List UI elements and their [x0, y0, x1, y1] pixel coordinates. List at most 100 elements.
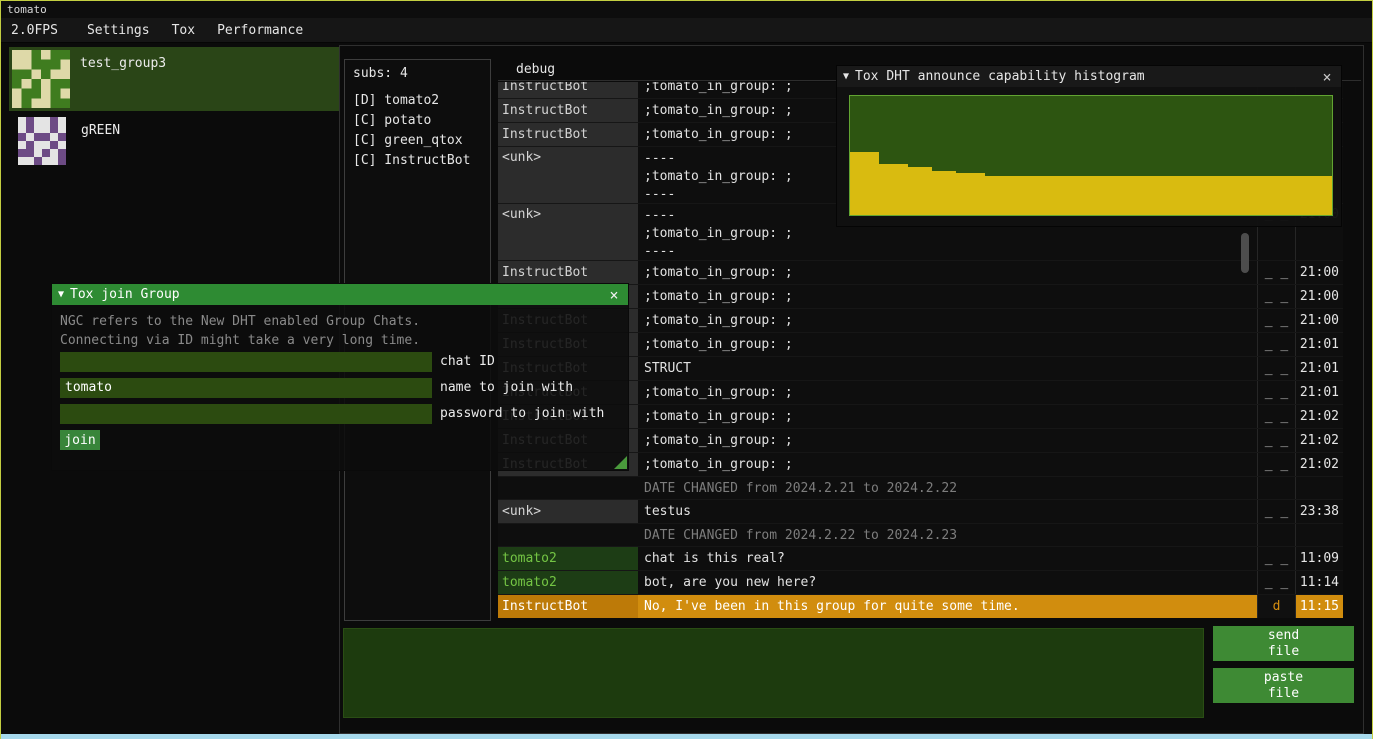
message-flags: _ _	[1257, 453, 1295, 476]
message-author: InstructBot	[498, 123, 638, 146]
member-item[interactable]: [D] tomato2	[353, 91, 482, 111]
chat-message-row[interactable]: <unk>testus_ _23:38	[498, 499, 1343, 523]
message-text: ;tomato_in_group: ;	[638, 409, 1257, 424]
message-text: No, I've been in this group for quite so…	[638, 595, 1257, 618]
tab-debug[interactable]: debug	[498, 59, 555, 80]
join-info-line: NGC refers to the New DHT enabled Group …	[60, 314, 420, 329]
message-author: InstructBot	[498, 82, 638, 98]
message-text: ;tomato_in_group: ;	[638, 337, 1257, 352]
message-flags: _ _	[1257, 547, 1295, 570]
message-time: 11:14	[1295, 571, 1343, 594]
histogram-bar	[908, 167, 932, 215]
histogram-window: ▼ Tox DHT announce capability histogram …	[836, 65, 1342, 227]
message-text: ;tomato_in_group: ;	[638, 385, 1257, 400]
join-group-window: ▼ Tox join Group × NGC refers to the New…	[51, 283, 629, 471]
collapse-arrow-icon[interactable]: ▼	[843, 71, 849, 82]
message-time: 11:15	[1295, 595, 1343, 618]
message-time: 21:00	[1295, 309, 1343, 332]
chat-scrollbar[interactable]	[1241, 233, 1249, 273]
histogram-bar	[850, 152, 879, 215]
chat-id-input[interactable]	[60, 352, 432, 372]
message-flags: _ _	[1257, 500, 1295, 523]
member-item[interactable]: [C] green_qtox	[353, 131, 482, 151]
window-title: tomato	[7, 3, 47, 16]
message-flags: _ _	[1257, 381, 1295, 404]
date-separator[interactable]: DATE CHANGED from 2024.2.22 to 2024.2.23	[498, 523, 1343, 546]
chat-id-label: chat ID	[440, 354, 495, 369]
close-icon[interactable]: ×	[606, 286, 622, 304]
message-flags	[1257, 524, 1295, 546]
menu-item-performance[interactable]: Performance	[206, 18, 314, 42]
join-button[interactable]: join	[60, 430, 100, 450]
message-author: <unk>	[498, 147, 638, 203]
message-author: <unk>	[498, 204, 638, 260]
chat-message-row[interactable]: InstructBotNo, I've been in this group f…	[498, 594, 1343, 618]
message-author: InstructBot	[498, 595, 638, 618]
join-name-input[interactable]: tomato	[60, 378, 432, 398]
collapse-arrow-icon[interactable]: ▼	[58, 289, 64, 300]
histogram-plot	[849, 95, 1333, 216]
histogram-titlebar[interactable]: ▼ Tox DHT announce capability histogram …	[837, 66, 1341, 87]
member-item[interactable]: [C] InstructBot	[353, 151, 482, 171]
chat-message-row[interactable]: tomato2chat is this real?_ _11:09	[498, 546, 1343, 570]
message-flags: _ _	[1257, 285, 1295, 308]
message-text: chat is this real?	[638, 551, 1257, 566]
message-text: ;tomato_in_group: ;	[638, 265, 1257, 280]
member-list: [D] tomato2[C] potato[C] green_qtox[C] I…	[353, 91, 482, 171]
message-time: 21:02	[1295, 405, 1343, 428]
message-author: InstructBot	[498, 261, 638, 284]
date-separator-text: DATE CHANGED from 2024.2.21 to 2024.2.22	[638, 481, 1257, 496]
message-time: 21:02	[1295, 453, 1343, 476]
fps-counter: 2.0FPS	[1, 23, 68, 38]
message-text: ;tomato_in_group: ;	[638, 313, 1257, 328]
join-password-input[interactable]	[60, 404, 432, 424]
message-time: 21:01	[1295, 381, 1343, 404]
join-name-label: name to join with	[440, 380, 573, 395]
join-window-title: Tox join Group	[70, 287, 600, 302]
group-name: test_group3	[80, 56, 166, 108]
message-input[interactable]	[343, 628, 1204, 718]
subs-title: subs: 4	[353, 66, 482, 81]
message-time: 21:00	[1295, 285, 1343, 308]
message-author: InstructBot	[498, 99, 638, 122]
group-avatar-green-icon	[18, 117, 66, 165]
menu-item-settings[interactable]: Settings	[76, 18, 161, 42]
window-bottom-border	[1, 734, 1372, 739]
message-flags: _ _	[1257, 309, 1295, 332]
window-titlebar[interactable]: tomato	[1, 1, 1372, 18]
histogram-bar	[932, 171, 956, 215]
message-flags: _ _	[1257, 405, 1295, 428]
chat-message-row[interactable]: InstructBot;tomato_in_group: ;_ _21:00	[498, 260, 1343, 284]
message-flags: _ _	[1257, 429, 1295, 452]
message-author: <unk>	[498, 500, 638, 523]
app-window: tomato 2.0FPS Settings Tox Performance t…	[0, 0, 1373, 739]
message-text: bot, are you new here?	[638, 575, 1257, 590]
message-time: 21:01	[1295, 357, 1343, 380]
close-icon[interactable]: ×	[1319, 68, 1335, 86]
message-author	[498, 477, 638, 499]
message-flags: _ _	[1257, 571, 1295, 594]
histogram-bar	[879, 164, 908, 215]
member-item[interactable]: [C] potato	[353, 111, 482, 131]
group-item-green[interactable]: gREEN	[9, 113, 339, 173]
message-time	[1295, 524, 1343, 546]
message-time: 11:09	[1295, 547, 1343, 570]
message-flags: _ _	[1257, 333, 1295, 356]
date-separator[interactable]: DATE CHANGED from 2024.2.21 to 2024.2.22	[498, 476, 1343, 499]
send-file-button[interactable]: send file	[1213, 626, 1354, 661]
message-author	[498, 524, 638, 546]
message-flags: _ _	[1257, 261, 1295, 284]
group-name: gREEN	[81, 123, 120, 173]
resize-grip-icon[interactable]	[614, 456, 627, 469]
message-author: tomato2	[498, 571, 638, 594]
histogram-title: Tox DHT announce capability histogram	[855, 69, 1313, 84]
message-text: ;tomato_in_group: ;	[638, 457, 1257, 472]
join-titlebar[interactable]: ▼ Tox join Group ×	[52, 284, 628, 305]
menubar: 2.0FPS Settings Tox Performance	[1, 18, 1372, 43]
message-text: STRUCT	[638, 361, 1257, 376]
menu-item-tox[interactable]: Tox	[161, 18, 206, 42]
message-text: testus	[638, 504, 1257, 519]
group-item-test-group3[interactable]: test_group3	[9, 47, 339, 111]
chat-message-row[interactable]: tomato2bot, are you new here?_ _11:14	[498, 570, 1343, 594]
paste-file-button[interactable]: paste file	[1213, 668, 1354, 703]
